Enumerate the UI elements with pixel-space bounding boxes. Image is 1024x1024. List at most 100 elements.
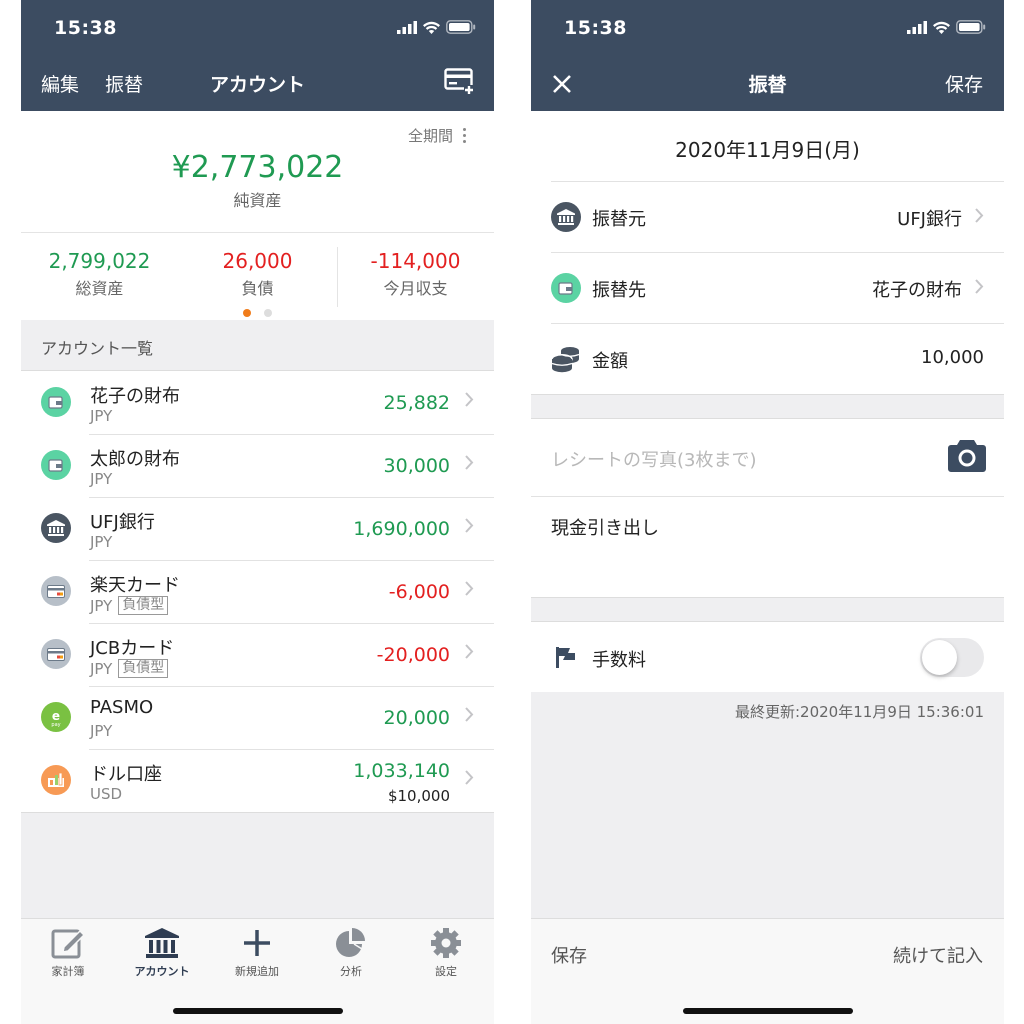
chevron-right-icon [465, 455, 474, 470]
pie-chart-icon [336, 928, 365, 957]
section-header: アカウント一覧 [21, 320, 494, 370]
account-balance: -20,000 [376, 644, 450, 666]
summary-panel: 全期間 ¥2,773,022 純資産 2,799,022 総資産 26,000 … [21, 111, 494, 320]
gear-icon [431, 928, 461, 958]
account-row[interactable]: 太郎の財布 JPY 30,000 [21, 434, 494, 497]
close-button[interactable] [551, 73, 573, 95]
amount-value: 10,000 [921, 347, 984, 368]
account-row[interactable]: JCBカード JPY 負債型 -20,000 [21, 623, 494, 686]
to-label: 振替先 [592, 280, 646, 301]
amount-label: 金額 [592, 351, 628, 372]
status-time: 15:38 [564, 17, 627, 39]
account-currency: JPY [90, 407, 113, 425]
liability-tag: 負債型 [118, 659, 169, 678]
wifi-icon [933, 21, 950, 34]
account-name: 楽天カード [90, 575, 180, 596]
status-bar: 15:38 [531, 0, 1004, 56]
chevron-right-icon [465, 581, 474, 596]
last-updated: 最終更新:2020年11月9日 15:36:01 [735, 703, 984, 721]
amount-row[interactable]: 金額 10,000 [551, 323, 1004, 394]
tab-household-book[interactable]: 家計簿 [21, 927, 115, 979]
account-balance: 1,033,140 [353, 760, 450, 782]
tab-label: アカウント [134, 965, 190, 978]
add-card-button[interactable] [444, 68, 476, 100]
account-currency-line: JPY [90, 533, 112, 551]
tab-label: 分析 [340, 965, 362, 978]
account-row[interactable]: ドル口座 USD 1,033,140 $10,000 [21, 749, 494, 812]
home-indicator [683, 1008, 853, 1014]
svg-text:e: e [52, 709, 60, 723]
account-list: 花子の財布 JPY 25,882 太郎の財布 JPY 30,000 UFJ銀行 JPY 1,69… [21, 370, 494, 813]
stat-label: 総資産 [75, 279, 124, 298]
save-and-continue-button[interactable]: 続けて記入 [893, 942, 983, 968]
card-add-icon [444, 68, 474, 94]
save-button-top[interactable]: 保存 [945, 70, 983, 97]
edit-button[interactable]: 編集 [41, 70, 79, 97]
chevron-right-icon [975, 208, 984, 223]
flag-icon [556, 647, 575, 668]
camera-icon[interactable] [948, 438, 986, 472]
wifi-icon [423, 21, 440, 34]
save-button[interactable]: 保存 [551, 942, 587, 968]
status-time: 15:38 [54, 17, 117, 39]
page-dot [264, 309, 272, 317]
signal-icon [907, 20, 927, 34]
coins-icon [551, 344, 581, 374]
accounts-screen: 15:38 編集 振替 アカウント 全期間 ¥2,773,022 純資産 2,7… [21, 0, 494, 1024]
stat-label: 今月収支 [383, 279, 448, 298]
to-account-row[interactable]: 振替先 花子の財布 [551, 252, 1004, 323]
account-balance: 30,000 [383, 455, 450, 477]
date-picker[interactable]: 2020年11月9日(月) [531, 111, 1004, 181]
account-name: 花子の財布 [90, 386, 180, 407]
account-row[interactable]: e pay PASMO JPY 20,000 [21, 686, 494, 749]
receipt-photo-row[interactable]: レシートの写真(3枚まで) [531, 419, 1004, 496]
net-worth-label: 純資産 [233, 191, 282, 210]
account-name: PASMO [90, 697, 154, 718]
period-selector[interactable]: 全期間 [408, 125, 466, 146]
transfer-screen: 15:38 振替 保存 2020年11月9日(月) 振替元 UFJ銀行 振替先 [531, 0, 1004, 1024]
nav-bar: 振替 保存 [531, 56, 1004, 111]
chevron-right-icon [975, 279, 984, 294]
net-worth-value: ¥2,773,022 [171, 150, 344, 185]
pencil-square-icon [51, 929, 85, 959]
page-indicator[interactable] [21, 309, 494, 317]
account-foreign-balance: $10,000 [387, 787, 450, 805]
home-indicator [173, 1008, 343, 1014]
account-balance: 1,690,000 [353, 518, 450, 540]
stat-value: -114,000 [370, 249, 461, 273]
account-name: UFJ銀行 [90, 512, 155, 533]
tab-analysis[interactable]: 分析 [304, 927, 398, 979]
fee-row: 手数料 [531, 622, 1004, 692]
foreign-account-icon [41, 765, 71, 795]
fee-toggle[interactable] [920, 638, 984, 677]
more-vertical-icon[interactable] [463, 128, 466, 143]
wallet-icon [551, 273, 581, 303]
account-row[interactable]: UFJ銀行 JPY 1,690,000 [21, 497, 494, 560]
stat-value: 26,000 [222, 249, 293, 273]
tab-settings[interactable]: 設定 [399, 927, 493, 979]
chevron-right-icon [465, 392, 474, 407]
tab-accounts[interactable]: アカウント [115, 927, 209, 979]
chevron-right-icon [465, 644, 474, 659]
account-balance: -6,000 [388, 581, 450, 603]
from-account-row[interactable]: 振替元 UFJ銀行 [551, 181, 1004, 252]
account-currency: JPY [90, 722, 113, 740]
chevron-right-icon [465, 518, 474, 533]
wallet-icon [41, 450, 71, 480]
tab-add-new[interactable]: 新規追加 [210, 927, 304, 979]
account-currency-line: JPY [90, 722, 112, 740]
signal-icon [397, 20, 417, 34]
transfer-button[interactable]: 振替 [105, 70, 143, 97]
status-icons [907, 20, 986, 34]
e-money-icon: e pay [41, 702, 71, 732]
from-value: UFJ銀行 [897, 209, 962, 230]
liability-tag: 負債型 [118, 596, 169, 615]
chevron-right-icon [465, 770, 474, 785]
account-name: 太郎の財布 [90, 449, 180, 470]
tab-label: 新規追加 [235, 965, 279, 978]
account-row[interactable]: 楽天カード JPY 負債型 -6,000 [21, 560, 494, 623]
transfer-form: 振替元 UFJ銀行 振替先 花子の財布 金額 10,000 [531, 181, 1004, 394]
account-row[interactable]: 花子の財布 JPY 25,882 [21, 371, 494, 434]
to-value: 花子の財布 [872, 280, 962, 301]
memo-field[interactable]: 現金引き出し [531, 496, 1004, 597]
